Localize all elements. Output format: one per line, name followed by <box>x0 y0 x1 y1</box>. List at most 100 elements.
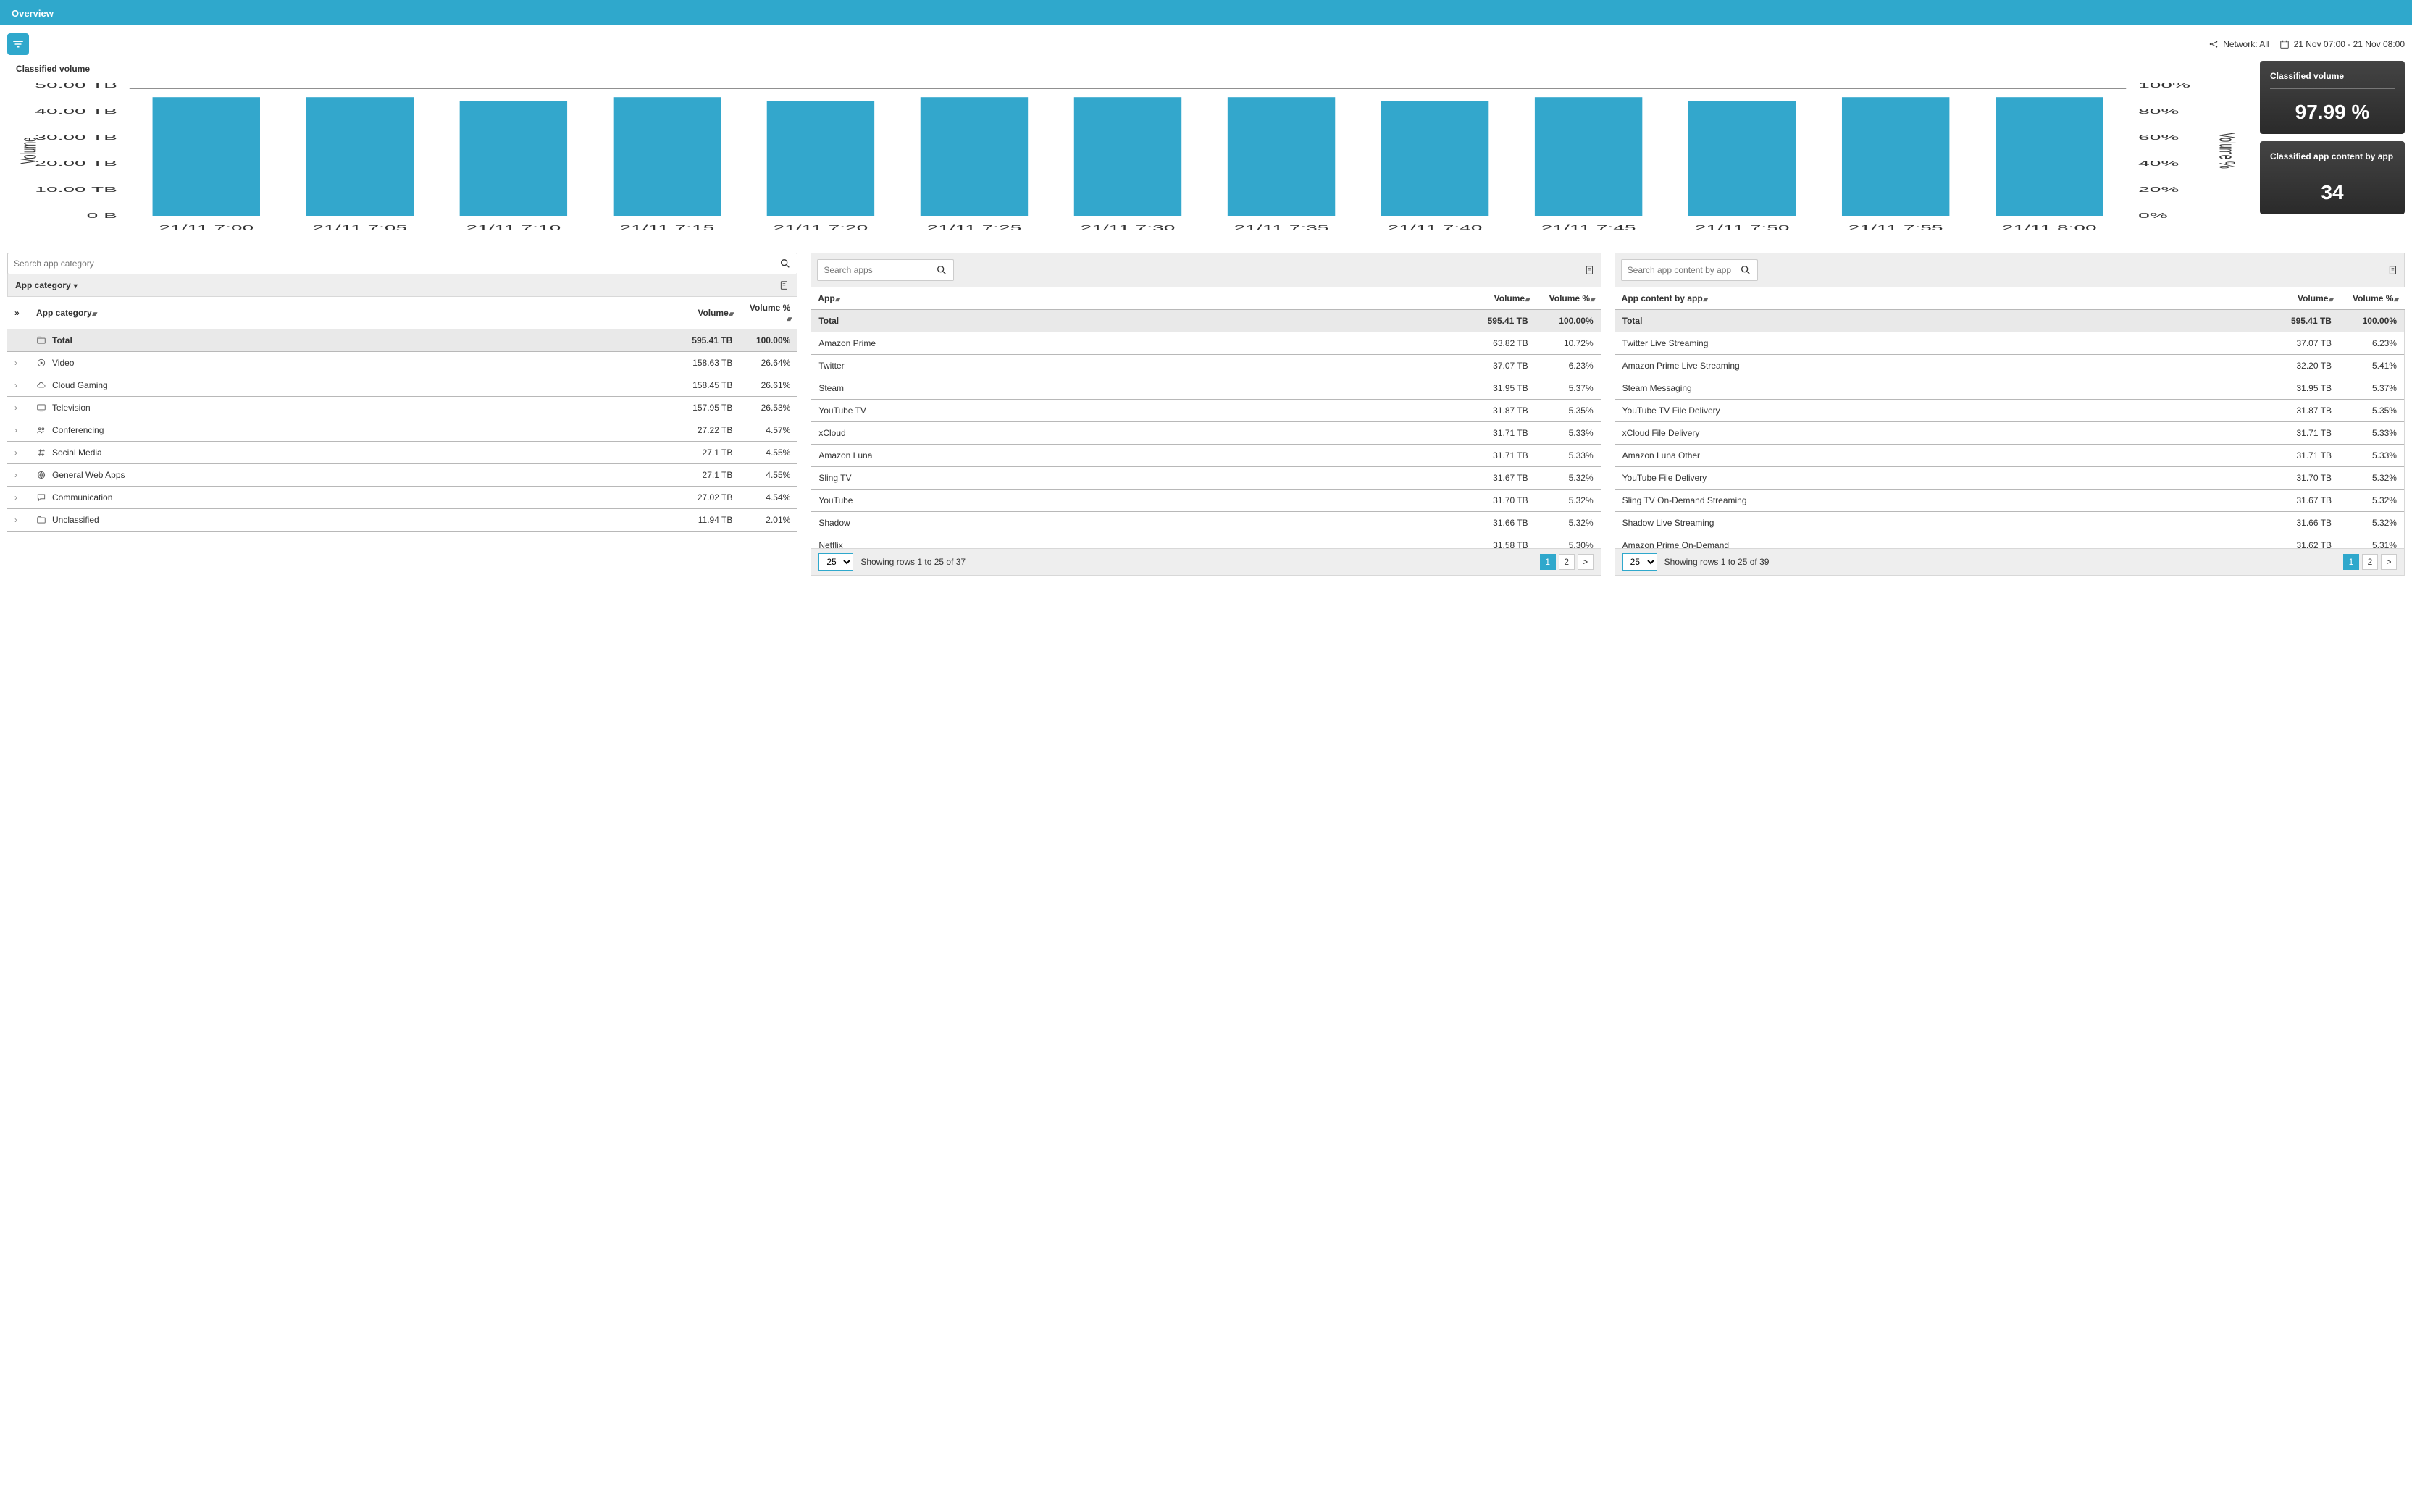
search-content-input[interactable] <box>1628 265 1740 275</box>
col-volume[interactable]: Volume <box>1464 287 1536 310</box>
date-range[interactable]: 21 Nov 07:00 - 21 Nov 08:00 <box>2279 39 2405 49</box>
panel-app-content: App content by app Volume Volume % Total… <box>1615 253 2405 576</box>
kpi-classified-apps: Classified app content by app 34 <box>2260 141 2405 214</box>
table-row[interactable]: YouTube TV File Delivery31.87 TB5.35% <box>1615 400 2404 422</box>
table-row[interactable]: YouTube TV31.87 TB5.35% <box>811 400 1600 422</box>
expand-icon[interactable]: › <box>14 380 25 390</box>
panel-title[interactable]: App category <box>15 280 71 290</box>
table-row[interactable]: YouTube File Delivery31.70 TB5.32% <box>1615 467 2404 490</box>
col-volume[interactable]: Volume <box>2267 287 2340 310</box>
table-row-total: Total595.41 TB100.00% <box>811 310 1600 332</box>
people-icon <box>36 425 46 435</box>
kpi-value: 97.99 % <box>2270 89 2395 124</box>
col-content[interactable]: App content by app <box>1615 287 2267 310</box>
page-next[interactable]: > <box>1578 554 1594 570</box>
col-volume-pct[interactable]: Volume % <box>1536 287 1601 310</box>
search-apps-input[interactable] <box>824 265 936 275</box>
col-volume-pct[interactable]: Volume % <box>740 297 797 329</box>
chat-icon <box>36 492 46 503</box>
folder-icon <box>36 335 46 345</box>
pager-content: 25 Showing rows 1 to 25 of 39 12> <box>1615 549 2405 576</box>
classified-volume-chart: 0 B10.00 TB20.00 TB30.00 TB40.00 TB50.00… <box>7 78 2248 238</box>
table-row[interactable]: Netflix31.58 TB5.30% <box>811 534 1600 550</box>
top-navbar: Overview <box>0 0 2412 25</box>
calendar-icon <box>2279 39 2290 49</box>
table-row[interactable]: Amazon Prime Live Streaming32.20 TB5.41% <box>1615 355 2404 377</box>
page-1[interactable]: 1 <box>2343 554 2359 570</box>
table-row[interactable]: › Social Media 27.1 TB4.55% <box>7 442 797 464</box>
search-category-input[interactable] <box>14 259 779 269</box>
svg-text:50.00 TB: 50.00 TB <box>35 81 117 89</box>
expand-icon[interactable]: › <box>14 492 25 503</box>
svg-text:40%: 40% <box>2138 159 2179 167</box>
globe-icon <box>36 470 46 480</box>
col-expand[interactable]: » <box>7 297 29 329</box>
page-2[interactable]: 2 <box>2362 554 2378 570</box>
table-row[interactable]: › Video 158.63 TB26.64% <box>7 352 797 374</box>
svg-text:21/11 7:00: 21/11 7:00 <box>159 224 254 232</box>
expand-icon[interactable]: › <box>14 448 25 458</box>
play-icon <box>36 358 46 368</box>
svg-text:20%: 20% <box>2138 185 2179 193</box>
table-row[interactable]: Amazon Prime63.82 TB10.72% <box>811 332 1600 355</box>
table-row[interactable]: › Communication 27.02 TB4.54% <box>7 487 797 509</box>
table-row[interactable]: › General Web Apps 27.1 TB4.55% <box>7 464 797 487</box>
svg-text:30.00 TB: 30.00 TB <box>35 133 117 141</box>
table-row[interactable]: Amazon Prime On-Demand31.62 TB5.31% <box>1615 534 2404 550</box>
svg-text:21/11 7:20: 21/11 7:20 <box>774 224 868 232</box>
network-filter[interactable]: Network: All <box>2208 39 2269 49</box>
expand-icon[interactable]: › <box>14 470 25 480</box>
table-row-total: Total595.41 TB100.00% <box>1615 310 2404 332</box>
table-row[interactable]: xCloud File Delivery31.71 TB5.33% <box>1615 422 2404 445</box>
kpi-label: Classified volume <box>2270 71 2395 89</box>
svg-text:Volume: Volume <box>15 138 41 164</box>
tab-overview[interactable]: Overview <box>0 2 65 25</box>
export-csv-icon[interactable] <box>1585 265 1595 275</box>
table-row[interactable]: Amazon Luna31.71 TB5.33% <box>811 445 1600 467</box>
pager-info: Showing rows 1 to 25 of 37 <box>860 557 966 567</box>
svg-text:21/11 7:35: 21/11 7:35 <box>1234 224 1329 232</box>
table-row[interactable]: Twitter37.07 TB6.23% <box>811 355 1600 377</box>
table-row[interactable]: › Conferencing 27.22 TB4.57% <box>7 419 797 442</box>
expand-icon[interactable]: › <box>14 515 25 525</box>
search-icon <box>936 264 947 276</box>
filter-button[interactable] <box>7 33 29 55</box>
hash-icon <box>36 448 46 458</box>
page-1[interactable]: 1 <box>1540 554 1556 570</box>
svg-text:20.00 TB: 20.00 TB <box>35 159 117 167</box>
svg-text:21/11 8:00: 21/11 8:00 <box>2002 224 2097 232</box>
page-size-select[interactable]: 25 <box>818 553 853 571</box>
table-row[interactable]: › Cloud Gaming 158.45 TB26.61% <box>7 374 797 397</box>
table-row[interactable]: Sling TV31.67 TB5.32% <box>811 467 1600 490</box>
expand-icon[interactable]: › <box>14 403 25 413</box>
kpi-classified-volume: Classified volume 97.99 % <box>2260 61 2405 134</box>
export-csv-icon[interactable] <box>779 280 790 290</box>
col-volume-pct[interactable]: Volume % <box>2340 287 2405 310</box>
table-row[interactable]: Steam31.95 TB5.37% <box>811 377 1600 400</box>
col-category[interactable]: App category <box>29 297 674 329</box>
kpi-label: Classified app content by app <box>2270 151 2395 169</box>
col-volume[interactable]: Volume <box>674 297 740 329</box>
export-csv-icon[interactable] <box>2388 265 2398 275</box>
svg-text:100%: 100% <box>2138 81 2190 89</box>
svg-text:21/11 7:15: 21/11 7:15 <box>620 224 715 232</box>
cloud-icon <box>36 380 46 390</box>
table-row[interactable]: Sling TV On-Demand Streaming31.67 TB5.32… <box>1615 490 2404 512</box>
chevron-down-icon: ▾ <box>74 282 78 290</box>
table-row[interactable]: Steam Messaging31.95 TB5.37% <box>1615 377 2404 400</box>
table-row-total: Total 595.41 TB100.00% <box>7 329 797 352</box>
table-row[interactable]: YouTube31.70 TB5.32% <box>811 490 1600 512</box>
table-row[interactable]: xCloud31.71 TB5.33% <box>811 422 1600 445</box>
table-row[interactable]: Twitter Live Streaming37.07 TB6.23% <box>1615 332 2404 355</box>
table-row[interactable]: › Television 157.95 TB26.53% <box>7 397 797 419</box>
col-app[interactable]: App <box>811 287 1463 310</box>
table-row[interactable]: Shadow Live Streaming31.66 TB5.32% <box>1615 512 2404 534</box>
page-next[interactable]: > <box>2381 554 2397 570</box>
page-size-select[interactable]: 25 <box>1622 553 1657 571</box>
page-2[interactable]: 2 <box>1559 554 1575 570</box>
table-row[interactable]: Amazon Luna Other31.71 TB5.33% <box>1615 445 2404 467</box>
expand-icon[interactable]: › <box>14 425 25 435</box>
table-row[interactable]: › Unclassified 11.94 TB2.01% <box>7 509 797 532</box>
expand-icon[interactable]: › <box>14 358 25 368</box>
table-row[interactable]: Shadow31.66 TB5.32% <box>811 512 1600 534</box>
